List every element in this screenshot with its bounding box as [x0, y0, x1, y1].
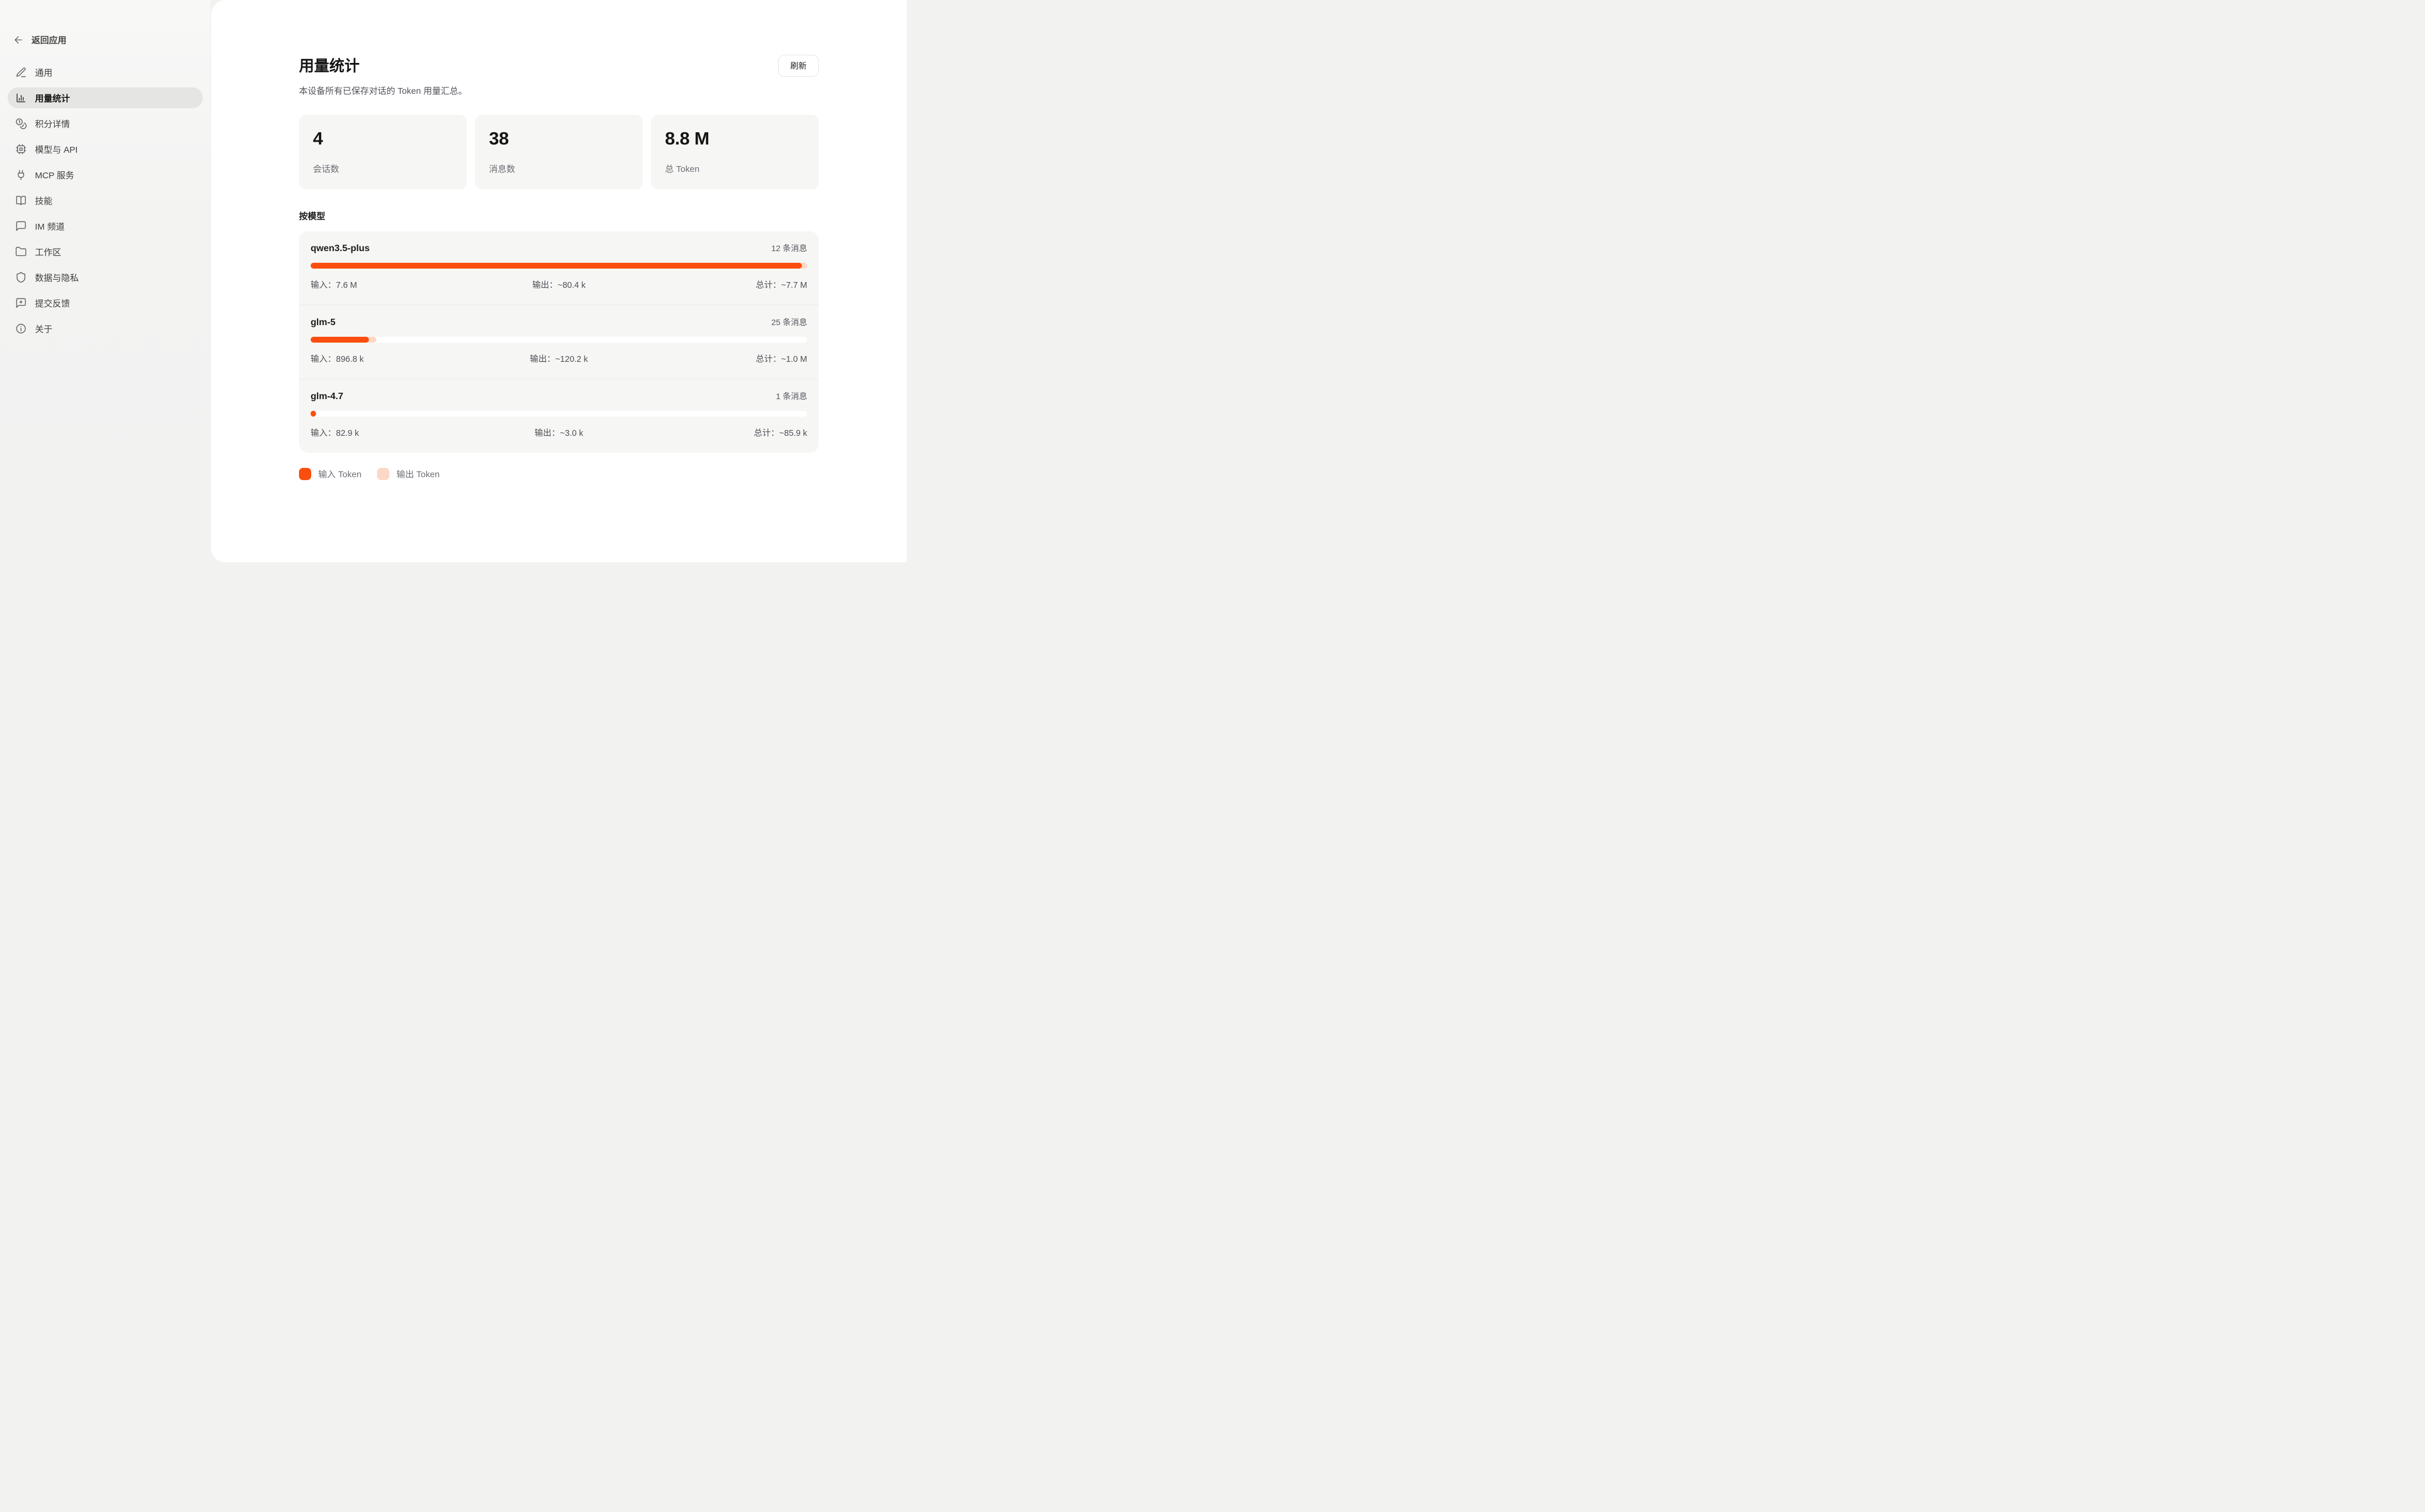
sidebar-item-plug[interactable]: MCP 服务	[8, 164, 203, 185]
model-message-count: 12 条消息	[772, 242, 807, 254]
folder-icon	[15, 246, 27, 258]
sidebar-item-label: 积分详情	[35, 118, 70, 130]
usage-page: 用量统计 刷新 本设备所有已保存对话的 Token 用量汇总。 4 会话数 38 消息…	[299, 0, 819, 480]
sidebar-item-label: 提交反馈	[35, 297, 70, 309]
token-usage-bar	[311, 263, 807, 269]
model-token-stats: 输入：82.9 k输出：~3.0 k总计：~85.9 k	[311, 427, 807, 439]
model-token-stats: 输入：896.8 k输出：~120.2 k总计：~1.0 M	[311, 353, 807, 365]
sidebar-item-coins[interactable]: 积分详情	[8, 113, 203, 134]
plug-icon	[15, 169, 27, 181]
sidebar-item-chip[interactable]: 模型与 API	[8, 139, 203, 160]
bar-chart-icon	[15, 92, 27, 104]
token-usage-bar-track	[311, 411, 807, 417]
back-to-app-button[interactable]: 返回应用	[13, 34, 210, 46]
model-token-stats: 输入：7.6 M输出：~80.4 k总计：~7.7 M	[311, 279, 807, 291]
sidebar-item-label: 数据与隐私	[35, 272, 79, 284]
feedback-icon	[15, 297, 27, 309]
model-output-tokens: 输出：~3.0 k	[476, 427, 642, 439]
stat-card: 38 消息数	[475, 115, 643, 189]
stat-value: 4	[313, 128, 453, 149]
pencil-icon	[15, 66, 27, 78]
model-row: glm-5 25 条消息输入：896.8 k输出：~120.2 k总计：~1.0 …	[299, 305, 819, 379]
model-input-tokens: 输入：896.8 k	[311, 353, 476, 365]
app-window: 返回应用 通用用量统计积分详情模型与 APIMCP 服务技能IM 频道工作区数据…	[0, 0, 907, 565]
model-output-tokens: 输出：~120.2 k	[476, 353, 642, 365]
sidebar-item-label: 通用	[35, 66, 52, 79]
legend-swatch	[377, 468, 389, 480]
page-header: 用量统计 刷新	[299, 55, 819, 77]
sidebar: 返回应用 通用用量统计积分详情模型与 API MCP 服务技能 IM 频道工作区数据…	[0, 0, 210, 565]
model-row-header: glm-5 25 条消息	[311, 316, 807, 328]
info-icon	[15, 323, 27, 334]
chat-icon	[15, 220, 27, 232]
model-name: glm-4.7	[311, 392, 343, 402]
model-message-count: 1 条消息	[776, 390, 807, 402]
sidebar-item-folder[interactable]: 工作区	[8, 241, 203, 262]
stat-value: 8.8 M	[665, 128, 805, 149]
input-token-segment	[311, 411, 316, 417]
stats-cards: 4 会话数 38 消息数 8.8 M 总 Token	[299, 115, 819, 189]
token-usage-bar	[311, 337, 807, 343]
by-model-heading: 按模型	[299, 210, 819, 222]
chip-icon	[15, 143, 27, 155]
model-name: qwen3.5-plus	[311, 244, 369, 254]
legend-label: 输出 Token	[396, 468, 439, 480]
model-row: qwen3.5-plus 12 条消息输入：7.6 M输出：~80.4 k总计：~…	[299, 231, 819, 305]
sidebar-item-book[interactable]: 技能	[8, 190, 203, 211]
sidebar-item-bar-chart[interactable]: 用量统计	[8, 87, 203, 108]
legend: 输入 Token 输出 Token	[299, 468, 819, 480]
model-row-header: qwen3.5-plus 12 条消息	[311, 242, 807, 254]
sidebar-item-label: 模型与 API	[35, 143, 78, 156]
coins-icon	[15, 118, 27, 129]
sidebar-item-label: 工作区	[35, 246, 61, 258]
stat-value: 38	[489, 128, 629, 149]
sidebar-item-label: 关于	[35, 323, 52, 335]
sidebar-nav: 通用用量统计积分详情模型与 API MCP 服务技能 IM 频道工作区数据与隐私提交…	[0, 62, 210, 339]
sidebar-item-label: 技能	[35, 195, 52, 207]
main-panel: 用量统计 刷新 本设备所有已保存对话的 Token 用量汇总。 4 会话数 38 消息…	[210, 0, 907, 562]
sidebar-item-shield[interactable]: 数据与隐私	[8, 267, 203, 288]
legend-label: 输入 Token	[318, 468, 361, 480]
model-total-tokens: 总计：~85.9 k	[642, 427, 807, 439]
page-subtitle: 本设备所有已保存对话的 Token 用量汇总。	[299, 84, 819, 97]
model-input-tokens: 输入：7.6 M	[311, 279, 476, 291]
back-label: 返回应用	[31, 34, 66, 46]
models-card: qwen3.5-plus12 条消息输入：7.6 M输出：~80.4 k总计：~…	[299, 231, 819, 453]
page-title: 用量统计	[299, 55, 360, 76]
stat-label: 消息数	[489, 163, 629, 175]
model-input-tokens: 输入：82.9 k	[311, 427, 476, 439]
sidebar-item-label: MCP 服务	[35, 169, 74, 181]
model-name: glm-5	[311, 318, 336, 328]
legend-item: 输出 Token	[377, 468, 439, 480]
token-usage-bar	[311, 411, 807, 417]
model-total-tokens: 总计：~7.7 M	[642, 279, 807, 291]
sidebar-item-label: IM 频道	[35, 220, 65, 232]
book-icon	[15, 195, 27, 206]
stat-card: 8.8 M 总 Token	[651, 115, 819, 189]
token-usage-bar-track	[311, 337, 807, 343]
sidebar-item-feedback[interactable]: 提交反馈	[8, 292, 203, 313]
sidebar-item-info[interactable]: 关于	[8, 318, 203, 339]
stat-label: 会话数	[313, 163, 453, 175]
input-token-segment	[311, 337, 369, 343]
legend-item: 输入 Token	[299, 468, 361, 480]
input-token-segment	[311, 263, 802, 269]
sidebar-item-label: 用量统计	[35, 92, 70, 104]
model-total-tokens: 总计：~1.0 M	[642, 353, 807, 365]
arrow-left-icon	[13, 34, 24, 45]
stat-card: 4 会话数	[299, 115, 467, 189]
model-output-tokens: 输出：~80.4 k	[476, 279, 642, 291]
sidebar-item-chat[interactable]: IM 频道	[8, 216, 203, 237]
sidebar-item-pencil[interactable]: 通用	[8, 62, 203, 83]
model-row: glm-4.7 1 条消息输入：82.9 k输出：~3.0 k总计：~85.9 k	[299, 379, 819, 453]
legend-swatch	[299, 468, 311, 480]
refresh-button[interactable]: 刷新	[778, 55, 819, 77]
model-row-header: glm-4.7 1 条消息	[311, 390, 807, 402]
shield-icon	[15, 272, 27, 283]
stat-label: 总 Token	[665, 163, 805, 175]
model-message-count: 25 条消息	[772, 316, 807, 328]
